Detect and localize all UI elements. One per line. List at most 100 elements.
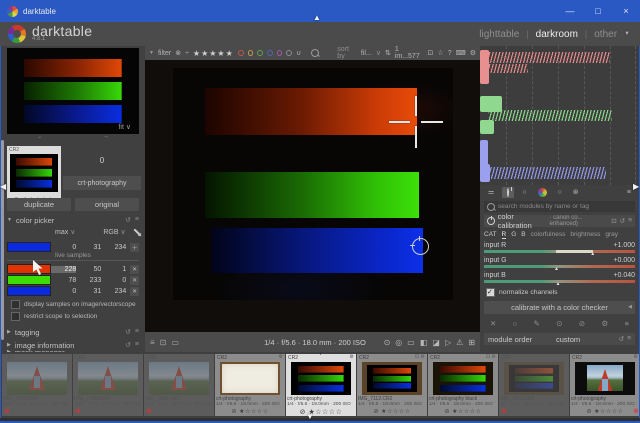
- delete-sample-button[interactable]: ✕: [130, 276, 139, 285]
- color-label-blue[interactable]: [267, 50, 273, 56]
- main-image-canvas[interactable]: [145, 60, 480, 332]
- eyedropper-icon[interactable]: [133, 228, 140, 235]
- filter-label[interactable]: filter: [158, 50, 171, 57]
- bottom-panel-collapse-arrow[interactable]: ▼: [306, 413, 314, 421]
- live-sample-row[interactable]: 78 233 0 ✕: [7, 275, 139, 285]
- picked-color-swatch[interactable]: [7, 242, 51, 252]
- tab-r[interactable]: R: [502, 231, 507, 239]
- shortcuts-icon[interactable]: ⌨: [456, 49, 466, 57]
- tab-b[interactable]: B: [521, 231, 525, 238]
- rejected-icon[interactable]: ⊗: [633, 407, 639, 415]
- duplicate-button[interactable]: duplicate: [7, 198, 71, 211]
- filmstrip-thumbnail[interactable]: CR2 ⊡ ⚙ IMG_7112.CR2 1/4 · f/5.6 · 18.0m…: [357, 354, 427, 416]
- panel-handle[interactable]: ⌐¬: [7, 136, 139, 142]
- reset-icon[interactable]: ↺: [125, 216, 131, 224]
- module-power-icon[interactable]: [487, 217, 495, 225]
- filmstrip-thumbnail[interactable]: CR2 IMG_7107.CR2 1/80 · f/3.5 · 18.0mm ·…: [2, 354, 72, 416]
- filmstrip-thumbnail[interactable]: CR2 IMG_7108.CR2 1/80 · f/3.5 · 18.0mm ·…: [73, 354, 143, 416]
- thumbnail-rating[interactable]: ⊘ ★☆☆☆☆: [286, 408, 356, 416]
- sample-circle-picker[interactable]: [412, 238, 429, 255]
- grid-overlay-icon[interactable]: ⊞: [468, 338, 475, 347]
- display-samples-option[interactable]: display samples on image/vectorscope: [11, 300, 141, 309]
- preferences-icon[interactable]: ⚙: [470, 49, 476, 57]
- mask-parametric-icon[interactable]: ⊙: [556, 319, 562, 328]
- sort-caret-icon[interactable]: ∨: [376, 49, 381, 57]
- sort-criteria-select[interactable]: fil...: [361, 50, 372, 57]
- color-calibration-header[interactable]: color calibration · canon co... enhanced…: [484, 215, 635, 227]
- right-panel-collapse-arrow[interactable]: ▶: [633, 183, 639, 191]
- duplicate-name-field[interactable]: crt-photography: [63, 176, 141, 190]
- slider-value[interactable]: +0.000: [613, 257, 635, 264]
- input-r-slider[interactable]: input R +1.000 ▲: [484, 242, 635, 253]
- rejected-icon[interactable]: ⊗: [75, 407, 81, 415]
- presets-menu-icon[interactable]: ≡: [628, 217, 632, 225]
- checkbox[interactable]: [11, 312, 20, 321]
- rejected-icon[interactable]: ⊗: [501, 407, 507, 415]
- minimize-button[interactable]: —: [556, 0, 584, 22]
- union-filter-icon[interactable]: ∪: [296, 49, 301, 57]
- color-picker-header[interactable]: ▼ color picker ↺ ≡: [7, 214, 139, 226]
- favorites-icon[interactable]: ☆: [437, 49, 443, 57]
- search-icon[interactable]: [311, 49, 319, 57]
- restrict-scope-option[interactable]: restrict scope to selection: [11, 312, 141, 321]
- presets-menu-icon[interactable]: ≡: [627, 335, 631, 343]
- checkbox-checked[interactable]: [486, 288, 495, 297]
- views-dropdown-icon[interactable]: ▼: [624, 30, 630, 38]
- maximize-button[interactable]: □: [584, 0, 612, 22]
- duplicate-thumbnail[interactable]: CR2 ⊘ ★☆☆☆☆: [7, 146, 61, 204]
- softproof-icon[interactable]: ◪: [432, 338, 440, 347]
- slider-value[interactable]: +0.040: [613, 272, 635, 279]
- live-sample-row[interactable]: 228 50 1 ✕: [7, 264, 139, 274]
- add-sample-button[interactable]: ＋: [130, 243, 139, 252]
- reset-icon[interactable]: ↺: [619, 335, 624, 343]
- warning-icon[interactable]: ⚠: [456, 338, 463, 347]
- waveform-histogram[interactable]: [480, 46, 639, 185]
- delete-sample-button[interactable]: ✕: [130, 287, 139, 296]
- thumbnail-rating[interactable]: ⊘ ★☆☆☆☆: [357, 408, 427, 415]
- overlays-icon[interactable]: ⊡: [428, 49, 434, 57]
- module-search-input[interactable]: search modules by name or tag: [484, 201, 635, 212]
- mask-menu-icon[interactable]: ≡: [625, 319, 629, 328]
- sort-order-icon[interactable]: ⇅: [385, 49, 391, 57]
- filmstrip[interactable]: CR2 IMG_7107.CR2 1/80 · f/3.5 · 18.0mm ·…: [1, 352, 639, 418]
- star-rating-filter[interactable]: ★★★★★: [193, 49, 234, 58]
- calibrate-button[interactable]: calibrate with a color checker ◀: [484, 301, 635, 314]
- delete-sample-button[interactable]: ✕: [130, 265, 139, 274]
- presets-menu-icon[interactable]: ≡: [135, 216, 139, 224]
- tab-brightness[interactable]: brightness: [570, 231, 600, 238]
- mask-uniform-icon[interactable]: ○: [513, 319, 518, 328]
- color-group-icon[interactable]: [538, 188, 547, 197]
- mask-drawn-parametric-icon[interactable]: ⊘: [579, 319, 585, 328]
- funnel-icon[interactable]: ▼: [149, 50, 154, 56]
- duplicates-icon[interactable]: ⊡: [160, 338, 167, 347]
- expand-icon[interactable]: ▶: [7, 329, 11, 335]
- thumbnail-rating[interactable]: ⊘ ★☆☆☆☆: [428, 408, 498, 415]
- tab-cat[interactable]: CAT: [484, 231, 497, 238]
- guides-menu-icon[interactable]: ≡: [150, 338, 155, 347]
- second-window-icon[interactable]: ▭: [171, 338, 179, 347]
- slideshow-icon[interactable]: ▷: [445, 338, 451, 347]
- groups-menu-icon[interactable]: ≡: [627, 189, 631, 196]
- reset-icon[interactable]: ↺: [620, 217, 625, 225]
- tagging-section[interactable]: ▶ tagging ↺≡: [7, 326, 139, 338]
- rating-filter-icon[interactable]: ⊗: [175, 49, 181, 57]
- color-label-yellow[interactable]: [248, 50, 254, 56]
- input-g-slider[interactable]: input G +0.000 ▲: [484, 257, 635, 268]
- top-panel-collapse-arrow[interactable]: ▲: [313, 14, 321, 22]
- view-tab-darkroom[interactable]: darkroom: [536, 29, 578, 40]
- slider-handle[interactable]: ▲: [556, 282, 561, 287]
- mask-raster-icon[interactable]: ⚙: [602, 319, 609, 328]
- color-label-green[interactable]: [257, 50, 263, 56]
- technical-group-icon[interactable]: ⚌: [488, 188, 494, 196]
- tab-colorfulness[interactable]: colorfulness: [531, 231, 566, 238]
- expand-icon[interactable]: ▼: [7, 217, 12, 223]
- active-modules-group[interactable]: [502, 187, 514, 198]
- filmstrip-thumbnail[interactable]: CR2 ⊡ ⚙ crt-photography black 1/4 · f/5.…: [428, 354, 498, 416]
- checkbox[interactable]: [11, 300, 20, 309]
- color-label-gray[interactable]: [286, 50, 292, 56]
- correct-group-icon[interactable]: ○: [558, 189, 562, 196]
- filmstrip-thumbnail[interactable]: CR2 ⚙ crt-photography 1/4 · f/5.6 · 18.0…: [215, 354, 285, 416]
- filmstrip-thumbnail-selected[interactable]: CR2 ⚙ crt-photography 1/4 · f/5.6 · 18.0…: [286, 354, 356, 416]
- tab-g[interactable]: G: [511, 231, 516, 238]
- mask-drawn-icon[interactable]: ✎: [534, 319, 540, 328]
